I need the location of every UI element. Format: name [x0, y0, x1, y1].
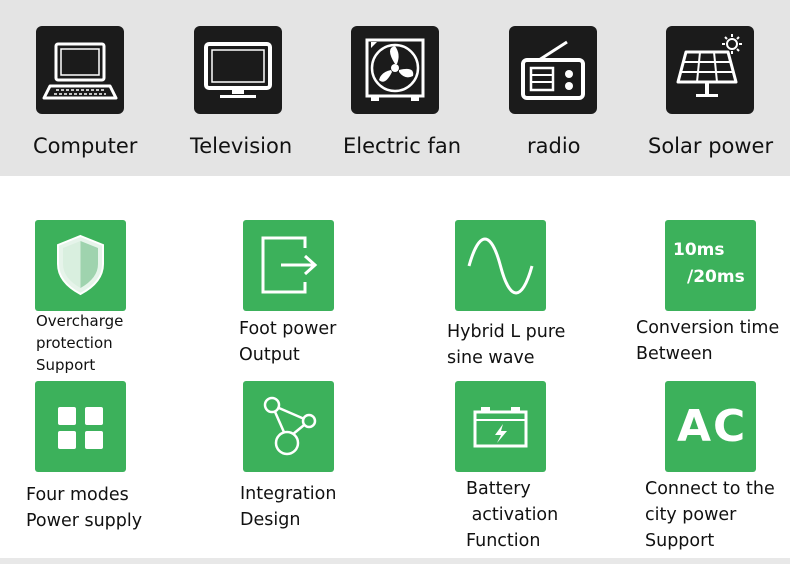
appliance-label: Electric fan — [343, 134, 462, 158]
radio-icon — [509, 26, 597, 114]
feature-label: Battery activation Function — [466, 479, 559, 551]
network-nodes-icon — [243, 381, 334, 472]
television-icon — [194, 26, 282, 114]
timer-text-icon: 10ms /20ms — [665, 220, 756, 311]
appliance-label: Computer — [33, 134, 138, 158]
icon-text: AC — [677, 401, 748, 452]
appliance-label: radio — [527, 134, 581, 158]
appliance-label: Television — [190, 134, 293, 158]
feature-label: Connect to the city power Support — [645, 479, 775, 551]
icon-text: /20ms — [687, 267, 745, 287]
feature-label: Integration Design — [240, 484, 337, 530]
shield-icon — [35, 220, 126, 311]
ac-text-icon: AC — [665, 381, 756, 472]
exit-arrow-icon — [243, 220, 334, 311]
solar-panel-icon — [666, 26, 754, 114]
feature-label: Foot power Output — [239, 319, 337, 365]
feature-label: Overcharge protection Support — [36, 312, 124, 374]
bottom-divider — [0, 558, 790, 564]
feature-label: Hybrid L pure sine wave — [447, 322, 566, 368]
battery-icon — [455, 381, 546, 472]
feature-label: Four modes Power supply — [26, 485, 143, 531]
appliance-label: Solar power — [648, 134, 774, 158]
fan-icon — [351, 26, 439, 114]
four-squares-icon — [35, 381, 126, 472]
sine-wave-icon — [455, 220, 546, 311]
icon-text: 10ms — [673, 240, 725, 260]
laptop-icon — [36, 26, 124, 114]
feature-label: Conversion time Between — [636, 318, 780, 364]
